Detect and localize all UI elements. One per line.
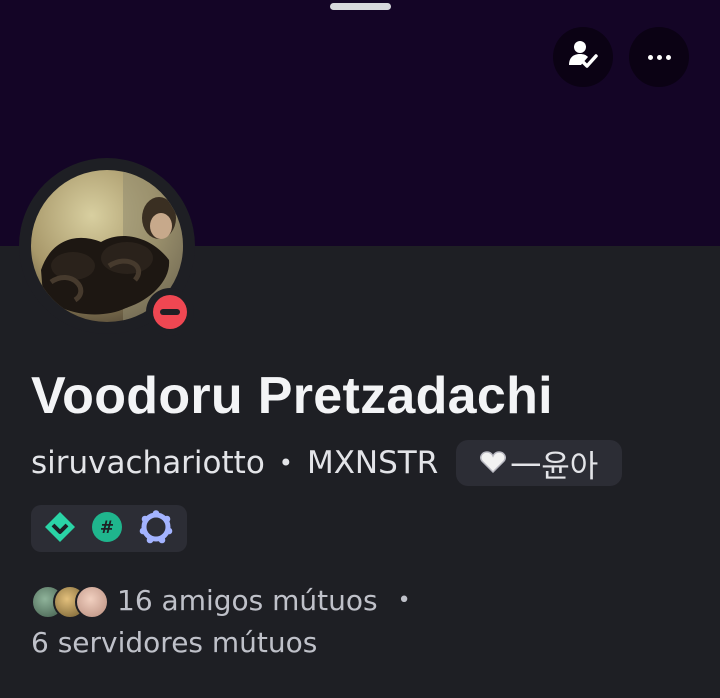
server-booster-icon[interactable] <box>137 509 175 548</box>
display-name: Voodoru Pretzadachi <box>31 367 553 425</box>
status-indicator <box>146 288 194 336</box>
badge-list: # <box>31 505 187 552</box>
separator-dot: • <box>278 449 293 477</box>
guild-tag-pill[interactable]: 一윤아 <box>456 440 623 486</box>
do-not-disturb-icon <box>153 295 187 329</box>
mutual-friend-avatar <box>75 585 109 619</box>
identity-row: siruvachariotto • MXNSTR 一윤아 <box>31 440 623 486</box>
username[interactable]: siruvachariotto <box>31 445 265 481</box>
white-heart-icon <box>480 445 507 481</box>
guild-tag-text: 一윤아 <box>510 448 599 485</box>
server-tag[interactable]: MXNSTR <box>307 445 438 481</box>
mutual-friends-count: 16 amigos mútuos <box>117 583 378 617</box>
separator-dot: • <box>397 587 411 613</box>
sheet-drag-handle[interactable] <box>330 3 391 10</box>
add-friend-icon <box>566 38 600 76</box>
more-options-icon <box>646 54 673 60</box>
more-options-button[interactable] <box>629 27 689 87</box>
user-profile-sheet: Voodoru Pretzadachi siruvachariotto • MX… <box>0 0 720 698</box>
svg-text:#: # <box>100 518 114 538</box>
mutual-servers-count[interactable]: 6 servidores mútuos <box>31 626 317 659</box>
mutual-friends-row[interactable]: 16 amigos mútuos • <box>31 578 411 622</box>
hypesquad-balance-icon[interactable] <box>43 510 77 548</box>
add-friend-button[interactable] <box>553 27 613 87</box>
mutual-friend-avatars <box>31 582 109 619</box>
nitro-hash-icon[interactable]: # <box>90 510 124 548</box>
